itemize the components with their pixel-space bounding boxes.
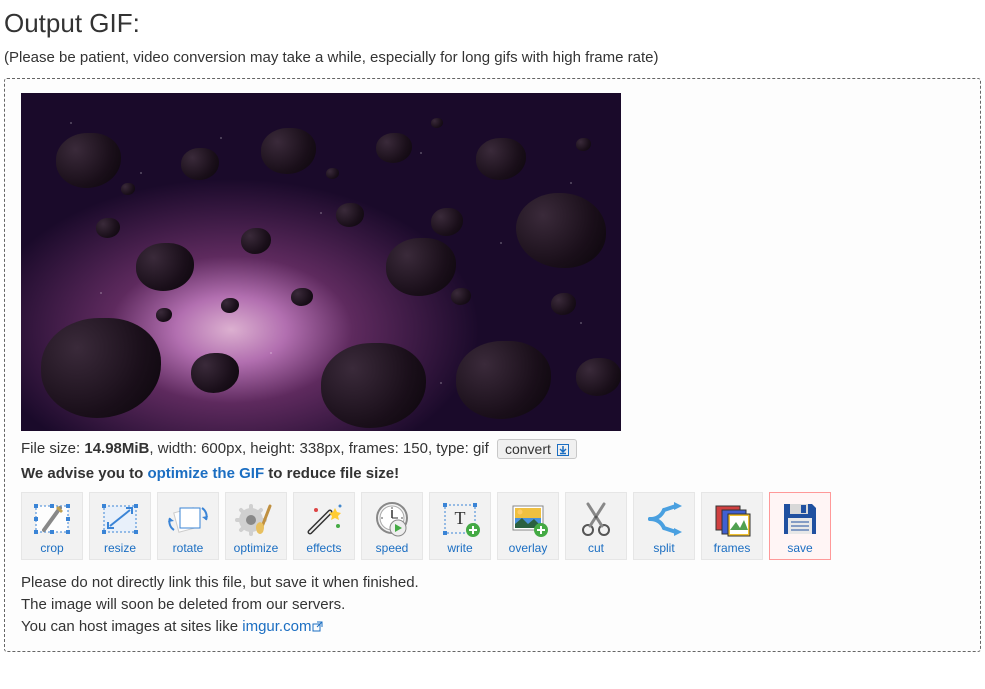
optimize-icon xyxy=(232,499,280,539)
overlay-icon xyxy=(504,499,552,539)
cut-icon xyxy=(572,499,620,539)
file-size-label: File size: xyxy=(21,440,84,457)
tool-label: write xyxy=(447,541,472,555)
external-link-icon xyxy=(312,621,323,632)
note-line-2: The image will soon be deleted from our … xyxy=(21,594,964,616)
tool-label: speed xyxy=(376,541,409,555)
frames-icon xyxy=(708,499,756,539)
output-subtitle: (Please be patient, video conversion may… xyxy=(4,49,981,66)
convert-button[interactable]: convert xyxy=(497,439,577,459)
tool-label: frames xyxy=(714,541,751,555)
tool-label: split xyxy=(653,541,674,555)
save-icon xyxy=(776,499,824,539)
advise-suffix: to reduce file size! xyxy=(264,465,399,482)
speed-icon xyxy=(368,499,416,539)
advise-prefix: We advise you to xyxy=(21,465,147,482)
footer-notes: Please do not directly link this file, b… xyxy=(21,572,964,637)
tool-label: cut xyxy=(588,541,604,555)
effects-icon xyxy=(300,499,348,539)
cut-button[interactable]: cut xyxy=(565,492,627,560)
rotate-button[interactable]: rotate xyxy=(157,492,219,560)
optimize-button[interactable]: optimize xyxy=(225,492,287,560)
output-panel: File size: 14.98MiB, width: 600px, heigh… xyxy=(4,78,981,652)
note-line-3: You can host images at sites like imgur.… xyxy=(21,616,964,638)
width-label: , width: xyxy=(149,440,201,457)
tool-label: crop xyxy=(40,541,63,555)
tool-label: overlay xyxy=(509,541,548,555)
frames-button[interactable]: frames xyxy=(701,492,763,560)
optimize-advice: We advise you to optimize the GIF to red… xyxy=(21,465,964,482)
tool-label: resize xyxy=(104,541,136,555)
rotate-icon xyxy=(164,499,212,539)
tool-toolbar: crop resize xyxy=(21,492,964,560)
save-button[interactable]: save xyxy=(769,492,831,560)
type-value: gif xyxy=(473,440,489,457)
note-line-1: Please do not directly link this file, b… xyxy=(21,572,964,594)
resize-button[interactable]: resize xyxy=(89,492,151,560)
optimize-gif-link[interactable]: optimize the GIF xyxy=(147,465,264,482)
file-size-value: 14.98MiB xyxy=(84,440,149,457)
gif-preview-image[interactable] xyxy=(21,93,621,431)
write-icon: T xyxy=(436,499,484,539)
speed-button[interactable]: speed xyxy=(361,492,423,560)
output-heading: Output GIF: xyxy=(4,8,981,39)
frames-value: 150 xyxy=(403,440,428,457)
svg-text:T: T xyxy=(455,508,466,528)
split-button[interactable]: split xyxy=(633,492,695,560)
frames-label: , frames: xyxy=(340,440,403,457)
resize-icon xyxy=(96,499,144,539)
imgur-link[interactable]: imgur.com xyxy=(242,618,323,635)
crop-button[interactable]: crop xyxy=(21,492,83,560)
tool-label: effects xyxy=(306,541,341,555)
note-line-3-prefix: You can host images at sites like xyxy=(21,618,242,635)
overlay-button[interactable]: overlay xyxy=(497,492,559,560)
convert-label: convert xyxy=(505,441,551,457)
crop-icon xyxy=(28,499,76,539)
split-icon xyxy=(640,499,688,539)
download-arrow-icon xyxy=(557,444,569,456)
file-metadata: File size: 14.98MiB, width: 600px, heigh… xyxy=(21,439,964,459)
tool-label: save xyxy=(787,541,812,555)
height-label: , height: xyxy=(242,440,300,457)
width-value: 600px xyxy=(201,440,242,457)
write-button[interactable]: T write xyxy=(429,492,491,560)
type-label: , type: xyxy=(428,440,473,457)
effects-button[interactable]: effects xyxy=(293,492,355,560)
tool-label: rotate xyxy=(173,541,204,555)
height-value: 338px xyxy=(300,440,341,457)
tool-label: optimize xyxy=(234,541,279,555)
